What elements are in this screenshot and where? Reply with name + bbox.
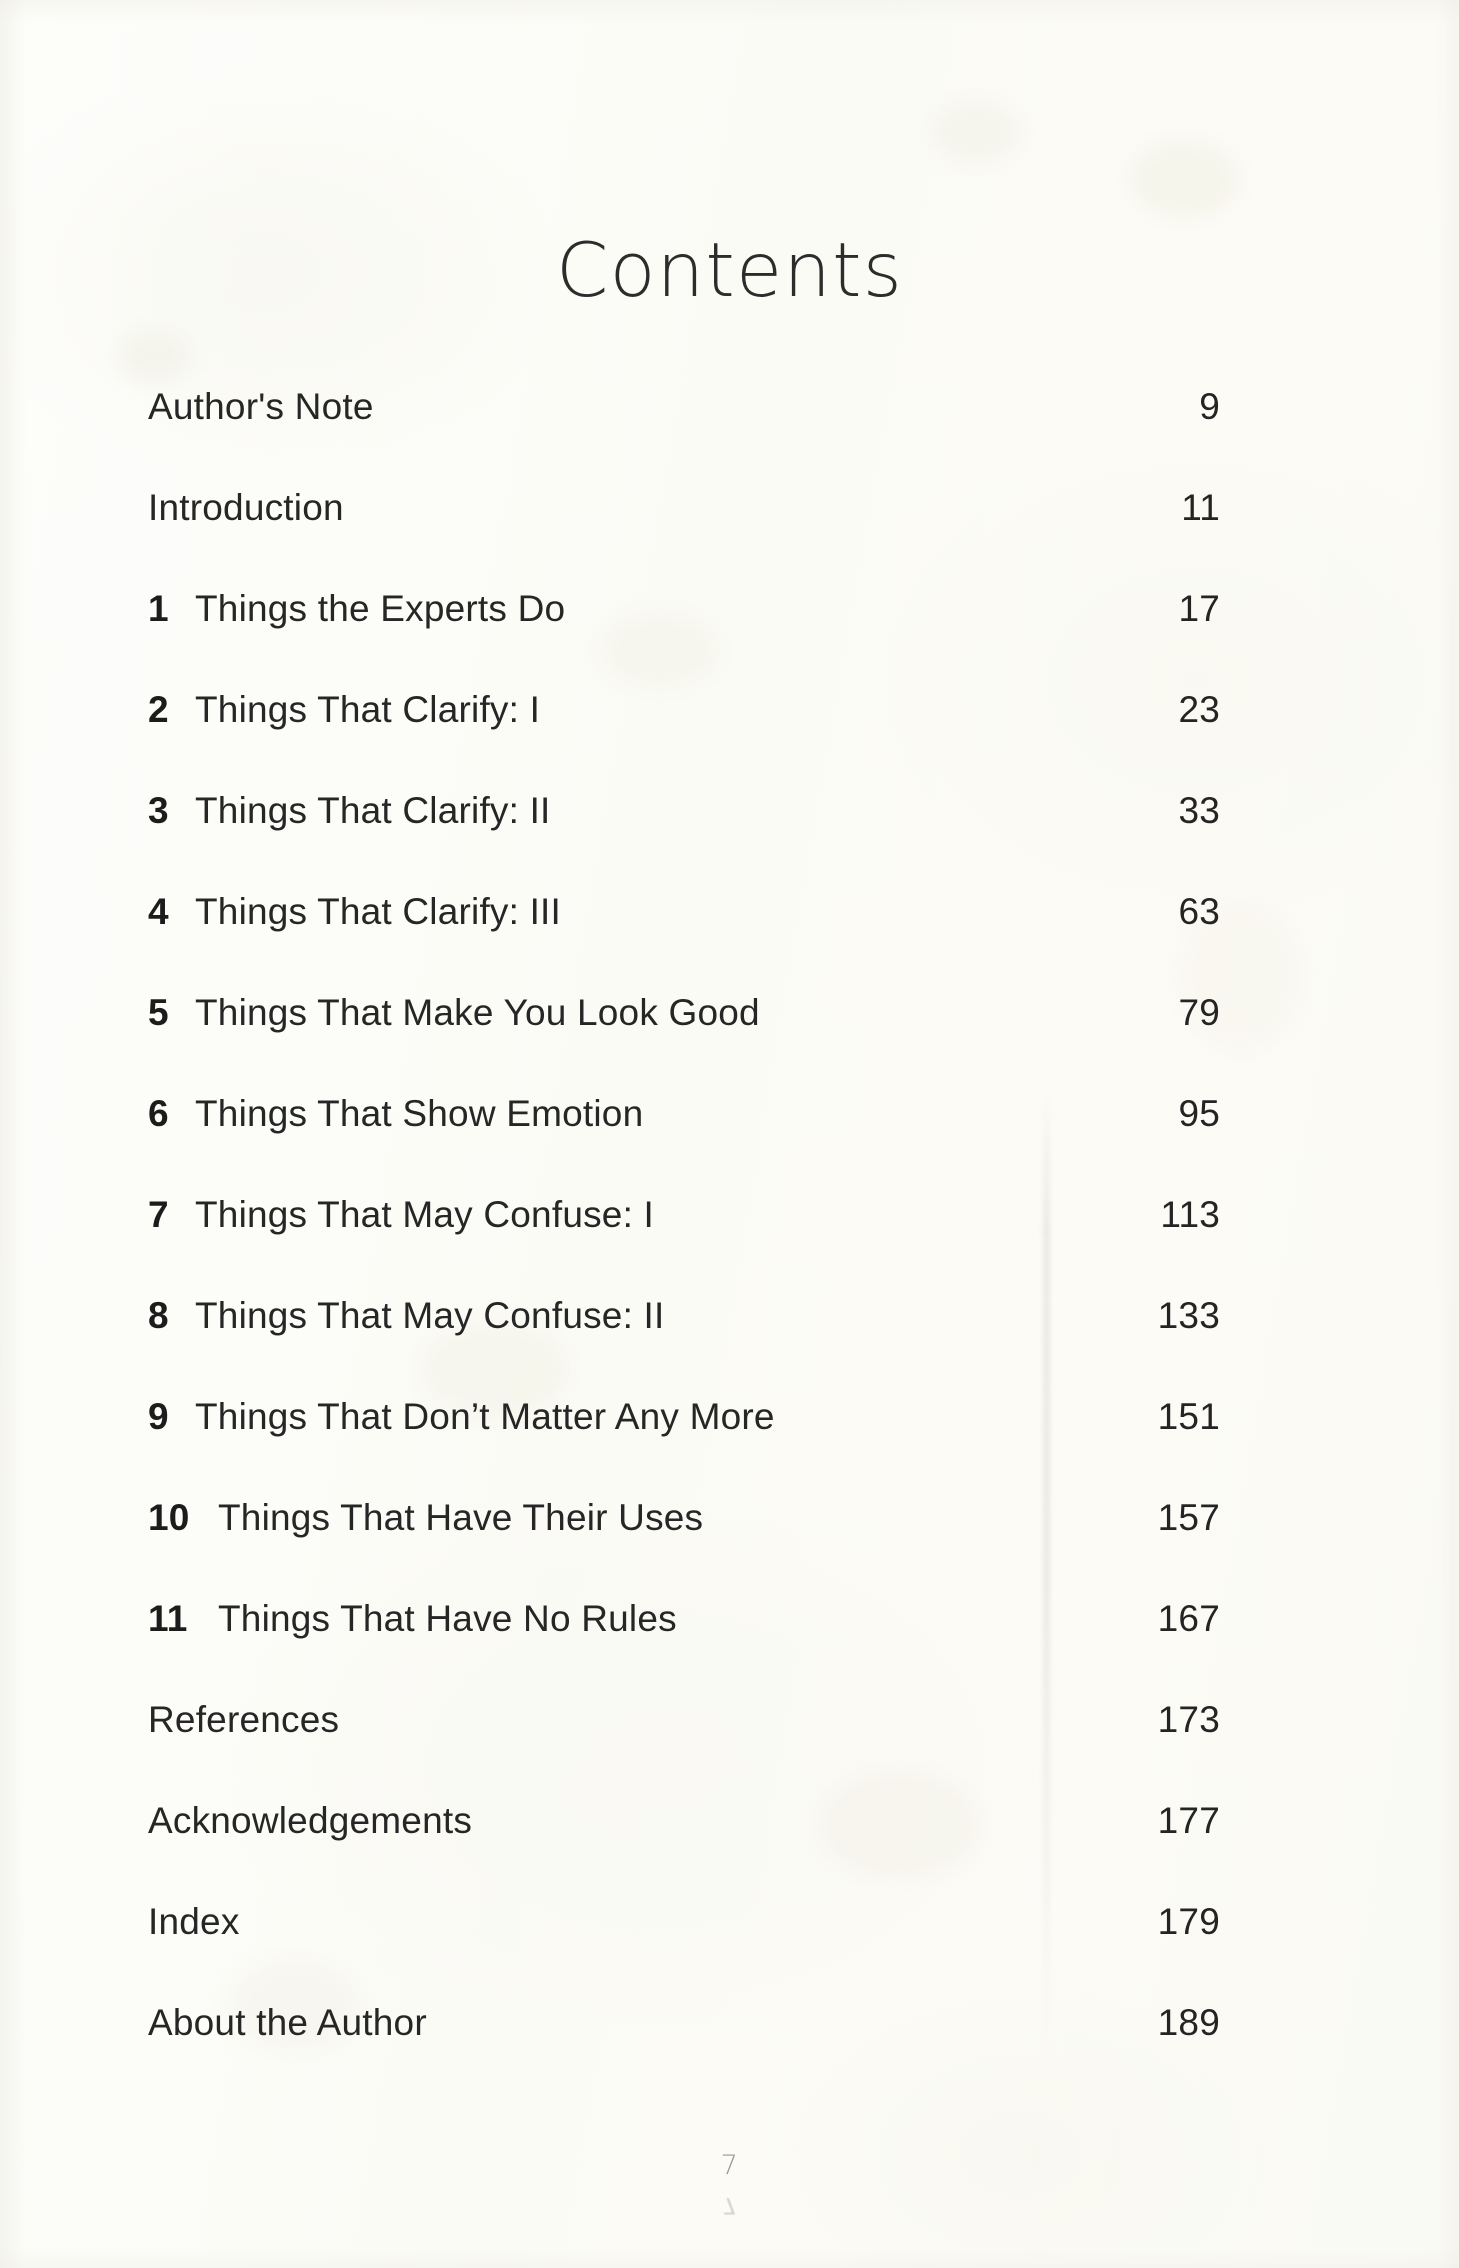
toc-page-number: 113 — [1160, 1194, 1220, 1235]
toc-page-number: 151 — [1157, 1396, 1220, 1437]
toc-page-number: 157 — [1157, 1497, 1220, 1538]
toc-entry[interactable]: References 173 — [148, 1699, 1220, 1800]
toc-chapter-number: 11 — [148, 1598, 188, 1639]
toc-entry[interactable]: Acknowledgements 177 — [148, 1800, 1220, 1901]
toc-page-number: 133 — [1157, 1295, 1220, 1336]
toc-entry[interactable]: 5 Things That Make You Look Good 79 — [148, 992, 1220, 1093]
toc-page-number: 173 — [1157, 1699, 1220, 1740]
toc-chapter-number: 1 — [148, 588, 169, 629]
toc-entry-label: Things That Clarify: I — [195, 689, 541, 730]
table-of-contents-list: Author's Note 9 Introduction 11 1 Things… — [148, 386, 1220, 2103]
toc-entry[interactable]: 9 Things That Don’t Matter Any More 151 — [148, 1396, 1220, 1497]
toc-entry-label: Acknowledgements — [148, 1800, 473, 1841]
toc-entry-label: Things That Show Emotion — [195, 1093, 644, 1134]
toc-entry-label: Author's Note — [148, 386, 374, 427]
toc-chapter-number: 3 — [148, 790, 169, 831]
toc-entry-label: Things That Make You Look Good — [195, 992, 760, 1033]
book-page: Contents Author's Note 9 Introduction 11… — [0, 0, 1459, 2268]
toc-page-number: 23 — [1178, 689, 1220, 730]
toc-entry[interactable]: Introduction 11 — [148, 487, 1220, 588]
toc-entry-label: About the Author — [148, 2002, 427, 2043]
toc-entry[interactable]: 7 Things That May Confuse: I 113 — [148, 1194, 1220, 1295]
folio-showthrough-artifact: 7 — [722, 2192, 737, 2217]
toc-entry[interactable]: Index 179 — [148, 1901, 1220, 2002]
toc-entry[interactable]: 1 Things the Experts Do 17 — [148, 588, 1220, 689]
toc-entry[interactable]: 6 Things That Show Emotion 95 — [148, 1093, 1220, 1194]
toc-page-number: 63 — [1178, 891, 1220, 932]
toc-entry-label: Things the Experts Do — [195, 588, 566, 629]
toc-entry-label: Things That May Confuse: I — [195, 1194, 655, 1235]
toc-entry-label: Things That Have No Rules — [218, 1598, 677, 1639]
toc-page-number: 11 — [1181, 487, 1220, 528]
toc-entry[interactable]: 2 Things That Clarify: I 23 — [148, 689, 1220, 790]
page-title: Contents — [556, 226, 903, 315]
toc-page-number: 9 — [1199, 386, 1220, 427]
toc-page-number: 79 — [1178, 992, 1220, 1033]
toc-entry[interactable]: 10 Things That Have Their Uses 157 — [148, 1497, 1220, 1598]
toc-entry-label: Introduction — [148, 487, 344, 528]
toc-entry-label: Things That Clarify: II — [195, 790, 551, 831]
toc-chapter-number: 8 — [148, 1295, 169, 1336]
toc-chapter-number: 6 — [148, 1093, 169, 1134]
toc-entry-label: Things That Clarify: III — [195, 891, 562, 932]
paper-blotch — [1130, 140, 1240, 218]
paper-blotch — [930, 100, 1020, 164]
toc-chapter-number: 10 — [148, 1497, 190, 1538]
toc-entry[interactable]: 8 Things That May Confuse: II 133 — [148, 1295, 1220, 1396]
toc-chapter-number: 4 — [148, 891, 169, 932]
paper-blotch — [120, 330, 190, 382]
toc-entry[interactable]: 4 Things That Clarify: III 63 — [148, 891, 1220, 992]
toc-page-number: 179 — [1157, 1901, 1220, 1942]
toc-page-number: 177 — [1157, 1800, 1220, 1841]
toc-entry-label: Index — [148, 1901, 240, 1942]
toc-page-number: 167 — [1157, 1598, 1220, 1639]
toc-entry-label: Things That Have Their Uses — [218, 1497, 704, 1538]
toc-page-number: 17 — [1178, 588, 1220, 629]
toc-entry[interactable]: 11 Things That Have No Rules 167 — [148, 1598, 1220, 1699]
toc-entry-label: Things That May Confuse: II — [195, 1295, 665, 1336]
toc-chapter-number: 7 — [148, 1194, 169, 1235]
toc-chapter-number: 9 — [148, 1396, 169, 1437]
toc-chapter-number: 2 — [148, 689, 169, 730]
toc-page-number: 189 — [1157, 2002, 1220, 2043]
toc-entry-label: Things That Don’t Matter Any More — [195, 1396, 775, 1437]
toc-entry[interactable]: Author's Note 9 — [148, 386, 1220, 487]
toc-page-number: 33 — [1178, 790, 1220, 831]
toc-entry[interactable]: 3 Things That Clarify: II 33 — [148, 790, 1220, 891]
toc-chapter-number: 5 — [148, 992, 169, 1033]
toc-entry-label: References — [148, 1699, 340, 1740]
toc-page-number: 95 — [1178, 1093, 1220, 1134]
folio-page-number: 7 — [720, 2150, 739, 2181]
toc-entry[interactable]: About the Author 189 — [148, 2002, 1220, 2103]
